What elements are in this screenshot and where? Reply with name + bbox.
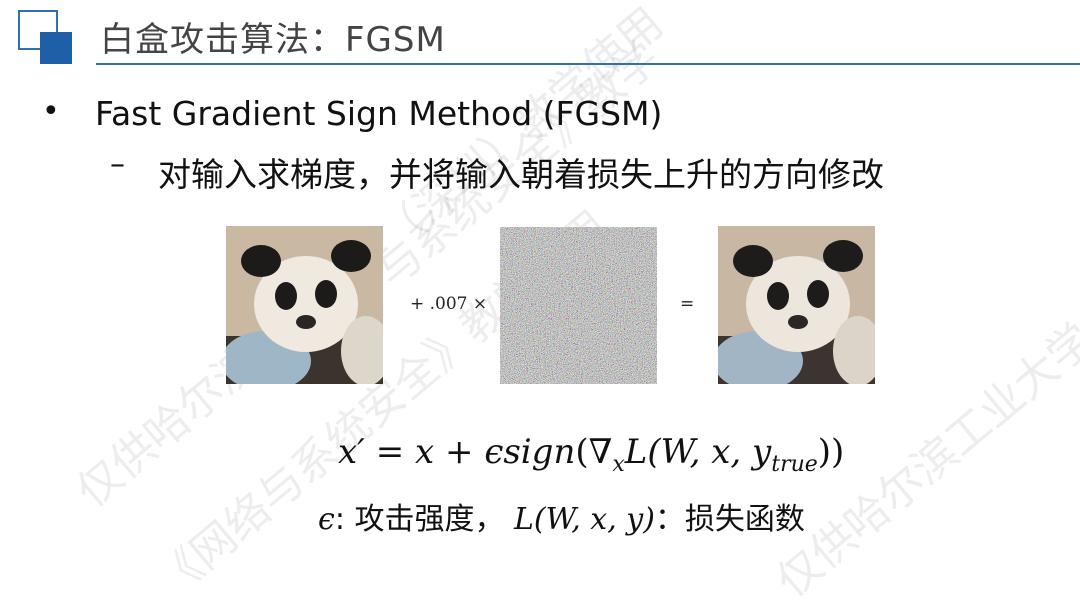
- formula-epsilon-sign: ϵsign: [484, 432, 576, 472]
- sub-bullet-dash: –: [110, 147, 125, 182]
- formula-legend: ϵ: 攻击强度， L(W, x, y)：损失函数: [318, 494, 805, 538]
- formula-target-sub: true: [771, 452, 818, 477]
- legend-loss-symbol: L(W, x, y): [514, 502, 655, 537]
- sub-bullet-text: 对输入求梯度，并将输入朝着损失上升的方向修改: [158, 155, 884, 194]
- slide-title: 白盒攻击算法：FGSM: [100, 20, 446, 60]
- legend-epsilon-text: : 攻击强度，: [334, 502, 514, 537]
- formula-args: (W, x, y: [647, 432, 772, 472]
- slide-logo-icon: [18, 10, 72, 64]
- formula-close: )): [817, 432, 845, 472]
- bullet-text: Fast Gradient Sign Method (FGSM): [95, 94, 663, 133]
- formula-x: x: [415, 432, 435, 472]
- original-panda-image: [226, 226, 383, 384]
- adversarial-panda-image: [718, 226, 875, 384]
- formula-lhs: x′: [338, 432, 365, 472]
- legend-epsilon-symbol: ϵ: [318, 502, 335, 537]
- formula-grad-sub: x: [612, 452, 625, 477]
- formula-open: (∇: [575, 432, 613, 472]
- bullet-dot: •: [42, 94, 60, 129]
- fgsm-formula: x′ = x + ϵsign(∇xL(W, x, ytrue)): [338, 432, 844, 477]
- operator-coefficient: + .007 ×: [410, 294, 488, 314]
- legend-loss-text: ：损失函数: [654, 502, 805, 537]
- operator-equals: =: [680, 294, 695, 314]
- formula-plus: +: [434, 432, 485, 472]
- title-divider: [96, 63, 1080, 65]
- formula-loss: L: [624, 432, 648, 472]
- formula-equals: =: [364, 432, 416, 472]
- perturbation-noise-image: [500, 227, 657, 384]
